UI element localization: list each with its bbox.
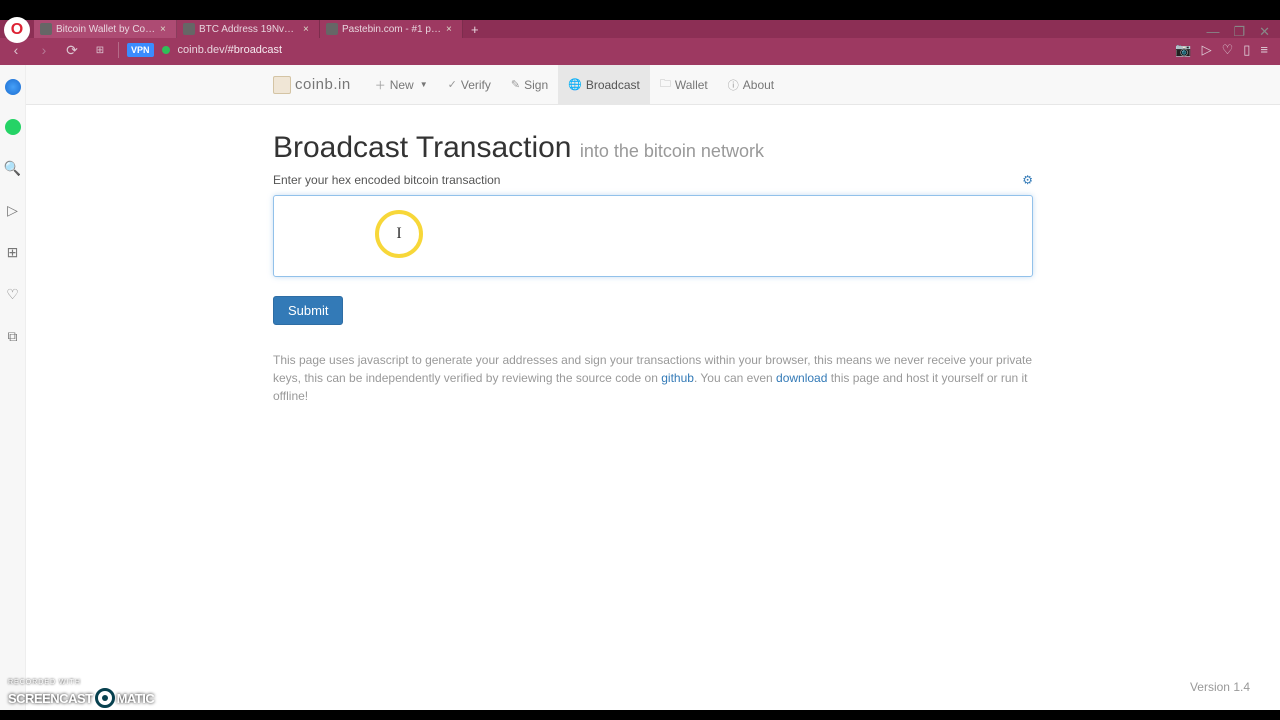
watermark-text: MATIC [117, 691, 155, 706]
tab-close-icon[interactable]: × [446, 24, 456, 35]
left-sidebar: 🔍 ▷ ⊞ ♡ ⧉ [0, 65, 26, 710]
disclaimer: This page uses javascript to generate yo… [273, 351, 1033, 405]
watermark-ring-icon [95, 688, 115, 708]
favicon-icon [326, 23, 338, 35]
nav-new[interactable]: ＋ New ▼ [365, 65, 438, 105]
pencil-icon: ✎ [511, 78, 520, 91]
vpn-badge[interactable]: VPN [127, 43, 154, 57]
tab-close-icon[interactable]: × [303, 24, 313, 35]
site-navbar: coinb.in ＋ New ▼ ✓ Verify ✎ Sign 🌐 Br [26, 65, 1280, 105]
history-icon[interactable]: ⧉ [4, 327, 22, 345]
sidebar-icon[interactable]: ▯ [1243, 42, 1250, 58]
window-controls: — ❐ ✕ [1196, 20, 1280, 44]
nav-label: Wallet [675, 78, 708, 92]
tab-coinbin[interactable]: Bitcoin Wallet by Coinb.in × [34, 20, 177, 38]
security-indicator-icon [162, 46, 170, 54]
url-display[interactable]: coinb.dev/#broadcast [178, 44, 283, 56]
tab-label: BTC Address 19NvH453sn… [199, 24, 299, 35]
forward-button[interactable]: › [34, 40, 54, 60]
minimize-button[interactable]: — [1206, 24, 1219, 40]
letterbox-top [0, 0, 1280, 12]
nav-wallet[interactable]: 🗀 Wallet [650, 65, 718, 105]
letterbox-bottom [0, 710, 1280, 720]
raw-tx-input[interactable] [273, 195, 1033, 277]
screencast-watermark: RECORDED WITH SCREENCAST MATIC [8, 679, 154, 708]
reload-button[interactable]: ⟳ [62, 40, 82, 60]
nav-label: Verify [461, 78, 491, 92]
brand-icon [273, 76, 291, 94]
heart-icon[interactable]: ♡ [1222, 42, 1234, 58]
submit-button[interactable]: Submit [273, 296, 343, 325]
input-hint: Enter your hex encoded bitcoin transacti… [273, 173, 500, 187]
nav-label: New [390, 78, 414, 92]
tab-strip: Bitcoin Wallet by Coinb.in × BTC Address… [0, 20, 1280, 38]
github-link[interactable]: github [661, 371, 694, 385]
speed-dial-icon[interactable]: ⊞ [90, 40, 110, 60]
browser-chrome: Bitcoin Wallet by Coinb.in × BTC Address… [0, 20, 1280, 65]
nav-label: Broadcast [586, 78, 640, 92]
tab-close-icon[interactable]: × [160, 24, 170, 35]
url-path: #broadcast [228, 44, 282, 56]
nav-sign[interactable]: ✎ Sign [501, 65, 558, 105]
folder-icon: 🗀 [660, 75, 671, 94]
download-link[interactable]: download [776, 371, 827, 385]
page-title: Broadcast Transaction into the bitcoin n… [273, 131, 1033, 165]
nav-broadcast[interactable]: 🌐 Broadcast [558, 65, 650, 105]
chevron-down-icon: ▼ [420, 80, 428, 89]
gear-icon[interactable]: ⚙ [1022, 173, 1033, 187]
check-icon: ✓ [448, 78, 457, 91]
tab-label: Pastebin.com - #1 paste t… [342, 24, 442, 35]
whatsapp-icon[interactable] [5, 119, 21, 135]
tab-btcaddress[interactable]: BTC Address 19NvH453sn… × [177, 20, 320, 38]
play-icon[interactable]: ▷ [4, 201, 22, 219]
disclaimer-text: . You can even [694, 371, 776, 385]
version-label: Version 1.4 [1190, 680, 1250, 694]
close-button[interactable]: ✕ [1259, 24, 1270, 40]
heart-icon[interactable]: ♡ [4, 285, 22, 303]
address-bar-row: ‹ › ⟳ ⊞ VPN coinb.dev/#broadcast 📷 ▷ ♡ ▯… [0, 38, 1280, 62]
page-content: coinb.in ＋ New ▼ ✓ Verify ✎ Sign 🌐 Br [26, 65, 1280, 710]
back-button[interactable]: ‹ [6, 40, 26, 60]
nav-label: About [743, 78, 774, 92]
plus-icon: ＋ [375, 77, 386, 93]
watermark-text: SCREENCAST [8, 691, 93, 706]
speed-dial-icon[interactable]: ⊞ [4, 243, 22, 261]
url-host: coinb.dev/ [178, 44, 228, 56]
brand-text: coinb.in [295, 76, 351, 93]
site-brand[interactable]: coinb.in [273, 76, 351, 94]
tab-pastebin[interactable]: Pastebin.com - #1 paste t… × [320, 20, 463, 38]
maximize-button[interactable]: ❐ [1233, 24, 1245, 40]
search-icon[interactable]: 🔍 [4, 159, 22, 177]
tab-label: Bitcoin Wallet by Coinb.in [56, 24, 156, 35]
nav-verify[interactable]: ✓ Verify [438, 65, 501, 105]
title-sub: into the bitcoin network [580, 141, 764, 161]
nav-label: Sign [524, 78, 548, 92]
messenger-icon[interactable] [5, 79, 21, 95]
easy-setup-icon[interactable]: ≡ [1260, 42, 1268, 58]
info-icon: ⓘ [728, 77, 739, 93]
snapshot-icon[interactable]: 📷 [1175, 42, 1191, 58]
favicon-icon [183, 23, 195, 35]
globe-icon: 🌐 [568, 78, 582, 91]
favicon-icon [40, 23, 52, 35]
media-icon[interactable]: ▷ [1202, 42, 1212, 58]
watermark-tagline: RECORDED WITH [8, 679, 154, 686]
new-tab-button[interactable]: + [463, 22, 487, 37]
nav-about[interactable]: ⓘ About [718, 65, 784, 105]
title-main: Broadcast Transaction [273, 131, 572, 164]
